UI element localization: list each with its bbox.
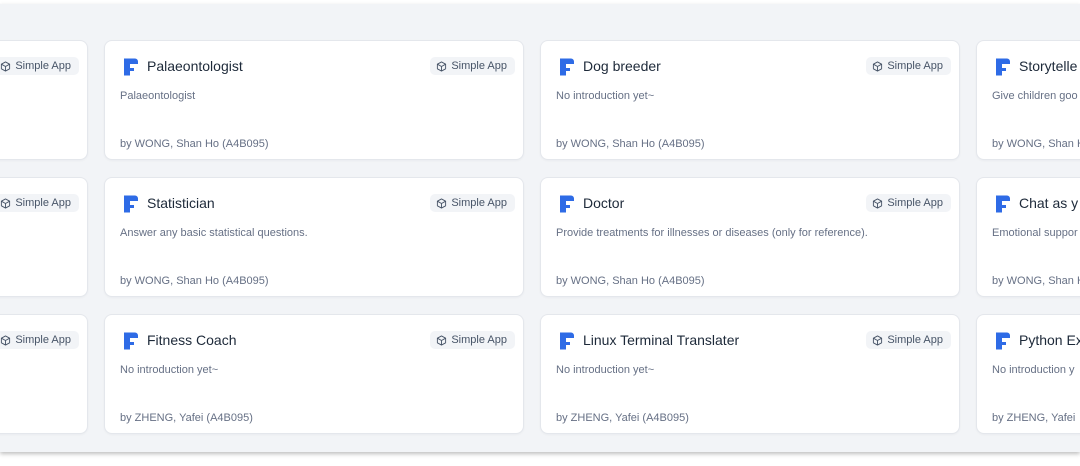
app-title: Doctor <box>583 195 625 211</box>
simple-app-badge: Simple App <box>430 331 515 349</box>
app-logo-icon <box>560 58 574 76</box>
app-description: Give children goo <box>992 90 1078 102</box>
app-author: by WONG, Shan H <box>992 138 1080 150</box>
app-description: No introduction yet~ <box>556 90 655 102</box>
app-row: Simple App Palaeontologist Simple App Pa… <box>0 40 1080 162</box>
cube-icon <box>873 197 883 209</box>
cube-icon <box>1 197 11 209</box>
app-description: Emotional suppor <box>992 227 1078 239</box>
simple-app-badge: Simple App <box>866 331 951 349</box>
app-author: by ZHENG, Yafei (A4B095) <box>556 412 689 424</box>
app-logo-icon <box>124 332 138 350</box>
app-card-python-ex[interactable]: Python Ex No introduction y by ZHENG, Ya… <box>976 314 1080 434</box>
simple-app-badge: Simple App <box>0 57 79 75</box>
app-title: Statistician <box>147 195 215 211</box>
app-card-doctor[interactable]: Doctor Simple App Provide treatments for… <box>540 177 960 297</box>
badge-label: Simple App <box>887 60 943 72</box>
app-card-linux-terminal-translater[interactable]: Linux Terminal Translater Simple App No … <box>540 314 960 434</box>
cube-icon <box>873 60 883 72</box>
cube-icon <box>437 334 447 346</box>
app-author: by WONG, Shan Ho (A4B095) <box>120 275 269 287</box>
app-card-storyteller[interactable]: Storytelle Give children goo by WONG, Sh… <box>976 40 1080 160</box>
cube-icon <box>437 197 447 209</box>
app-title: Linux Terminal Translater <box>583 332 740 348</box>
app-title: Fitness Coach <box>147 332 237 348</box>
cube-icon <box>1 60 11 72</box>
app-description: Provide treatments for illnesses or dise… <box>556 227 868 239</box>
app-row: Simple App Statistician Simple App Answe… <box>0 177 1080 299</box>
badge-label: Simple App <box>451 334 507 346</box>
cube-icon <box>1 334 11 346</box>
app-title: Storytelle <box>1019 58 1078 74</box>
app-logo-icon <box>124 58 138 76</box>
app-author: by ZHENG, Yafei (A4B095) <box>120 412 253 424</box>
app-author: by WONG, Shan Ho (A4B095) <box>120 138 269 150</box>
app-author: by WONG, Shan H <box>992 275 1080 287</box>
app-logo-icon <box>996 58 1010 76</box>
app-card-fitness-coach[interactable]: Fitness Coach Simple App No introduction… <box>104 314 524 434</box>
badge-label: Simple App <box>887 197 943 209</box>
app-title: Dog breeder <box>583 58 661 74</box>
cube-icon <box>873 334 883 346</box>
badge-label: Simple App <box>451 60 507 72</box>
badge-label: Simple App <box>15 197 71 209</box>
badge-label: Simple App <box>15 60 71 72</box>
app-description: No introduction yet~ <box>556 364 655 376</box>
cube-icon <box>437 60 447 72</box>
app-description: No introduction y <box>992 364 1075 376</box>
app-card[interactable]: Simple App <box>0 314 88 434</box>
simple-app-badge: Simple App <box>866 194 951 212</box>
badge-label: Simple App <box>15 334 71 346</box>
simple-app-badge: Simple App <box>0 331 79 349</box>
app-row: Simple App Fitness Coach Simple App No i… <box>0 314 1080 436</box>
badge-label: Simple App <box>887 334 943 346</box>
app-author: by WONG, Shan Ho (A4B095) <box>556 275 705 287</box>
app-card-statistician[interactable]: Statistician Simple App Answer any basic… <box>104 177 524 297</box>
app-title: Chat as y <box>1019 195 1079 211</box>
app-description: Answer any basic statistical questions. <box>120 227 308 239</box>
app-title: Palaeontologist <box>147 58 243 74</box>
app-logo-icon <box>996 195 1010 213</box>
badge-label: Simple App <box>451 197 507 209</box>
app-card[interactable]: Simple App <box>0 40 88 160</box>
app-card-chat-as[interactable]: Chat as y Emotional suppor by WONG, Shan… <box>976 177 1080 297</box>
app-logo-icon <box>996 332 1010 350</box>
app-author: by WONG, Shan Ho (A4B095) <box>556 138 705 150</box>
app-logo-icon <box>560 195 574 213</box>
app-card-dog-breeder[interactable]: Dog breeder Simple App No introduction y… <box>540 40 960 160</box>
app-card-palaeontologist[interactable]: Palaeontologist Simple App Palaeontologi… <box>104 40 524 160</box>
app-author: by ZHENG, Yafei <box>992 412 1076 424</box>
simple-app-badge: Simple App <box>430 57 515 75</box>
app-description: No introduction yet~ <box>120 364 219 376</box>
simple-app-badge: Simple App <box>0 194 79 212</box>
app-logo-icon <box>560 332 574 350</box>
app-description: Palaeontologist <box>120 90 196 102</box>
app-title: Python Ex <box>1019 332 1080 348</box>
app-gallery: Simple App Palaeontologist Simple App Pa… <box>0 4 1080 452</box>
simple-app-badge: Simple App <box>430 194 515 212</box>
simple-app-badge: Simple App <box>866 57 951 75</box>
app-logo-icon <box>124 195 138 213</box>
app-card[interactable]: Simple App <box>0 177 88 297</box>
